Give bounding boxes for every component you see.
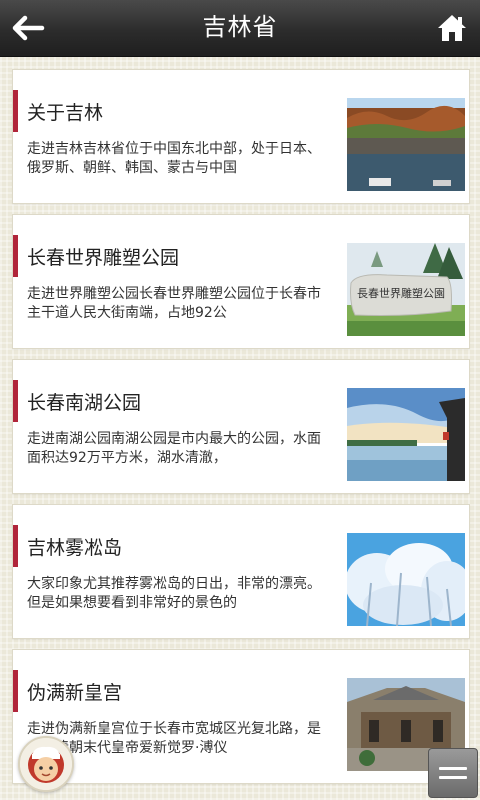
list-item[interactable]: 长春南湖公园 走进南湖公园南湖公园是市内最大的公园，水面面积达92万平方米，湖水… bbox=[12, 359, 470, 494]
top-bar: 吉林省 bbox=[0, 0, 480, 57]
item-title: 长春南湖公园 bbox=[27, 392, 142, 414]
item-title: 吉林雾凇岛 bbox=[27, 537, 123, 559]
item-description: 走进吉林吉林省位于中国东北中部，处于日本、俄罗斯、朝鲜、韩国、蒙古与中国 bbox=[27, 141, 321, 176]
menu-icon[interactable] bbox=[428, 748, 478, 798]
item-thumbnail: 長春世界雕塑公園 bbox=[347, 243, 465, 336]
menu-line bbox=[439, 767, 467, 770]
accent-bar bbox=[13, 90, 18, 132]
list-item[interactable]: 长春世界雕塑公园 走进世界雕塑公园长春世界雕塑公园位于长春市主干道人民大街南端，… bbox=[12, 214, 470, 349]
item-title: 长春世界雕塑公园 bbox=[27, 247, 180, 269]
accent-bar bbox=[13, 380, 18, 422]
home-icon[interactable] bbox=[430, 6, 474, 50]
back-arrow-icon[interactable] bbox=[4, 6, 52, 50]
list-item[interactable]: 伪满新皇宫 走进伪满新皇宫位于长春市宽城区光复北路，是中国清朝末代皇帝爱新觉罗·… bbox=[12, 649, 470, 784]
item-title: 关于吉林 bbox=[27, 102, 104, 124]
item-thumbnail bbox=[347, 533, 465, 626]
accent-bar bbox=[13, 670, 18, 712]
accent-bar bbox=[13, 235, 18, 277]
item-title: 伪满新皇宫 bbox=[27, 682, 123, 704]
item-description: 大家印象尤其推荐雾凇岛的日出，非常的漂亮。但是如果想要看到非常好的景色的 bbox=[27, 576, 321, 611]
item-description: 走进南湖公园南湖公园是市内最大的公园，水面面积达92万平方米，湖水清澈， bbox=[27, 431, 321, 466]
list-item[interactable]: 关于吉林 走进吉林吉林省位于中国东北中部，处于日本、俄罗斯、朝鲜、韩国、蒙古与中… bbox=[12, 69, 470, 204]
accent-bar bbox=[13, 525, 18, 567]
menu-line bbox=[439, 776, 467, 779]
page-title: 吉林省 bbox=[202, 13, 278, 41]
list-item[interactable]: 吉林雾凇岛 大家印象尤其推荐雾凇岛的日出，非常的漂亮。但是如果想要看到非常好的景… bbox=[12, 504, 470, 639]
chef-avatar-icon[interactable] bbox=[18, 736, 74, 792]
item-thumbnail bbox=[347, 388, 465, 481]
svg-text:長春世界雕塑公園: 長春世界雕塑公園 bbox=[357, 286, 445, 300]
item-description: 走进世界雕塑公园长春世界雕塑公园位于长春市主干道人民大街南端，占地92公 bbox=[27, 286, 321, 321]
item-thumbnail bbox=[347, 98, 465, 191]
